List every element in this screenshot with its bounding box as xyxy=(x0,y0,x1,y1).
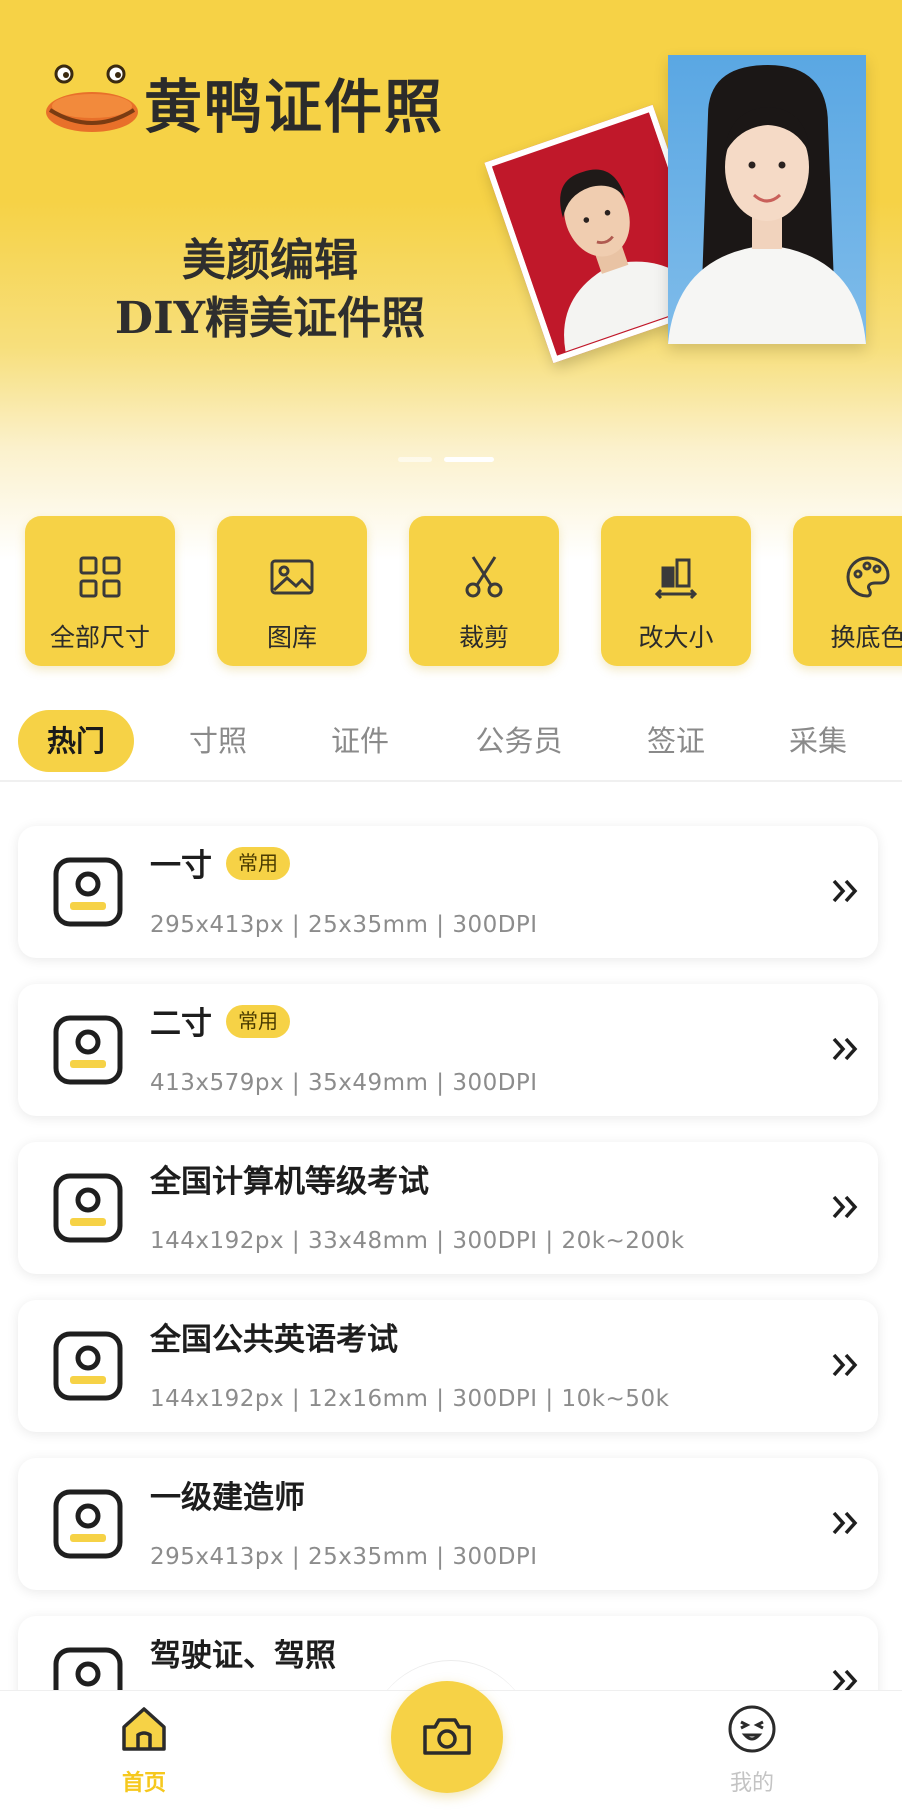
spec-details: 144x192px | 33x48mm | 300DPI | 20k~200k xyxy=(150,1228,685,1254)
tool-label: 换底色 xyxy=(830,623,902,652)
spec-title: 全国公共英语考试 xyxy=(150,1322,398,1358)
smiley-face-icon xyxy=(728,1705,776,1753)
spec-title: 一级建造师 xyxy=(150,1480,305,1516)
list-item[interactable]: 一寸 常用 295x413px | 25x35mm | 300DPI xyxy=(18,826,878,958)
tab-civil-servant[interactable]: 公务员 xyxy=(462,710,576,772)
tool-label: 裁剪 xyxy=(458,623,509,652)
double-chevron-right-icon xyxy=(832,1037,858,1061)
list-item[interactable]: 二寸 常用 413x579px | 35x49mm | 300DPI xyxy=(18,984,878,1116)
nav-home-label: 首页 xyxy=(121,1771,166,1796)
id-photo-icon xyxy=(53,1173,123,1243)
double-chevron-right-icon xyxy=(832,879,858,903)
spec-details: 144x192px | 12x16mm | 300DPI | 10k~50k xyxy=(150,1386,670,1412)
spec-details: 295x413px | 25x35mm | 300DPI xyxy=(150,912,538,938)
camera-button[interactable] xyxy=(391,1681,503,1793)
spec-details: 295x413px | 25x35mm | 300DPI xyxy=(150,1544,538,1570)
image-icon xyxy=(270,559,314,595)
app-name: 黄鸭证件照 xyxy=(144,73,445,141)
spec-details: 413x579px | 35x49mm | 300DPI xyxy=(150,1070,538,1096)
tool-change-background[interactable]: 换底色 xyxy=(793,516,902,666)
nav-home[interactable]: 首页 xyxy=(104,1703,184,1803)
nav-mine-label: 我的 xyxy=(729,1771,774,1796)
tool-label: 全部尺寸 xyxy=(49,623,150,652)
carousel-dot-active[interactable] xyxy=(444,457,494,462)
quick-tools-row: 全部尺寸 图库 裁剪 改大小 换底色 xyxy=(0,516,902,668)
spec-title: 二寸 xyxy=(150,1006,212,1042)
tool-label: 图库 xyxy=(266,623,317,652)
palette-icon xyxy=(846,556,890,598)
common-badge: 常用 xyxy=(226,1005,290,1038)
slogan-line-2: DIY精美证件照 xyxy=(114,293,426,344)
tool-label: 改大小 xyxy=(638,623,714,652)
carousel-dot[interactable] xyxy=(398,457,432,462)
double-chevron-right-icon xyxy=(832,1511,858,1535)
resize-icon xyxy=(654,558,698,600)
tab-inch-photo[interactable]: 寸照 xyxy=(170,710,266,772)
banner-slogan: 美颜编辑 DIY精美证件照 xyxy=(100,232,440,348)
list-item[interactable]: 一级建造师 295x413px | 25x35mm | 300DPI xyxy=(18,1458,878,1590)
spec-title: 驾驶证、驾照 xyxy=(150,1638,336,1674)
tool-gallery[interactable]: 图库 xyxy=(217,516,367,666)
tab-hot[interactable]: 热门 xyxy=(18,710,134,772)
common-badge: 常用 xyxy=(226,847,290,880)
duck-logo-icon xyxy=(46,64,138,132)
app-logo: 黄鸭证件照 xyxy=(42,58,452,141)
scissors-icon xyxy=(465,556,503,598)
id-photo-icon xyxy=(53,1489,123,1559)
sample-photo-blue-background xyxy=(668,55,866,344)
category-tabs: 热门 寸照 证件 公务员 签证 采集 xyxy=(0,706,902,782)
double-chevron-right-icon xyxy=(832,1353,858,1377)
id-photo-icon xyxy=(53,857,123,927)
nav-mine[interactable]: 我的 xyxy=(712,1703,792,1803)
carousel-pagination xyxy=(398,457,498,463)
slogan-line-1: 美颜编辑 xyxy=(182,235,358,286)
spec-title: 全国计算机等级考试 xyxy=(150,1164,429,1200)
spec-title: 一寸 xyxy=(150,848,212,884)
list-item[interactable]: 全国计算机等级考试 144x192px | 33x48mm | 300DPI |… xyxy=(18,1142,878,1274)
double-chevron-right-icon xyxy=(832,1195,858,1219)
grid-icon xyxy=(79,556,121,598)
tab-collection[interactable]: 采集 xyxy=(770,710,866,772)
tool-all-sizes[interactable]: 全部尺寸 xyxy=(25,516,175,666)
id-photo-icon xyxy=(53,1331,123,1401)
id-photo-icon xyxy=(53,1015,123,1085)
list-item[interactable]: 全国公共英语考试 144x192px | 12x16mm | 300DPI | … xyxy=(18,1300,878,1432)
camera-icon xyxy=(423,1718,471,1755)
tab-visa[interactable]: 签证 xyxy=(628,710,724,772)
promo-banner[interactable]: 黄鸭证件照 美颜编辑 DIY精美证件照 xyxy=(0,0,902,560)
tool-resize[interactable]: 改大小 xyxy=(601,516,751,666)
home-icon xyxy=(122,1707,166,1751)
tool-crop[interactable]: 裁剪 xyxy=(409,516,559,666)
portrait-female-icon xyxy=(668,65,866,344)
tab-certificate[interactable]: 证件 xyxy=(312,710,408,772)
